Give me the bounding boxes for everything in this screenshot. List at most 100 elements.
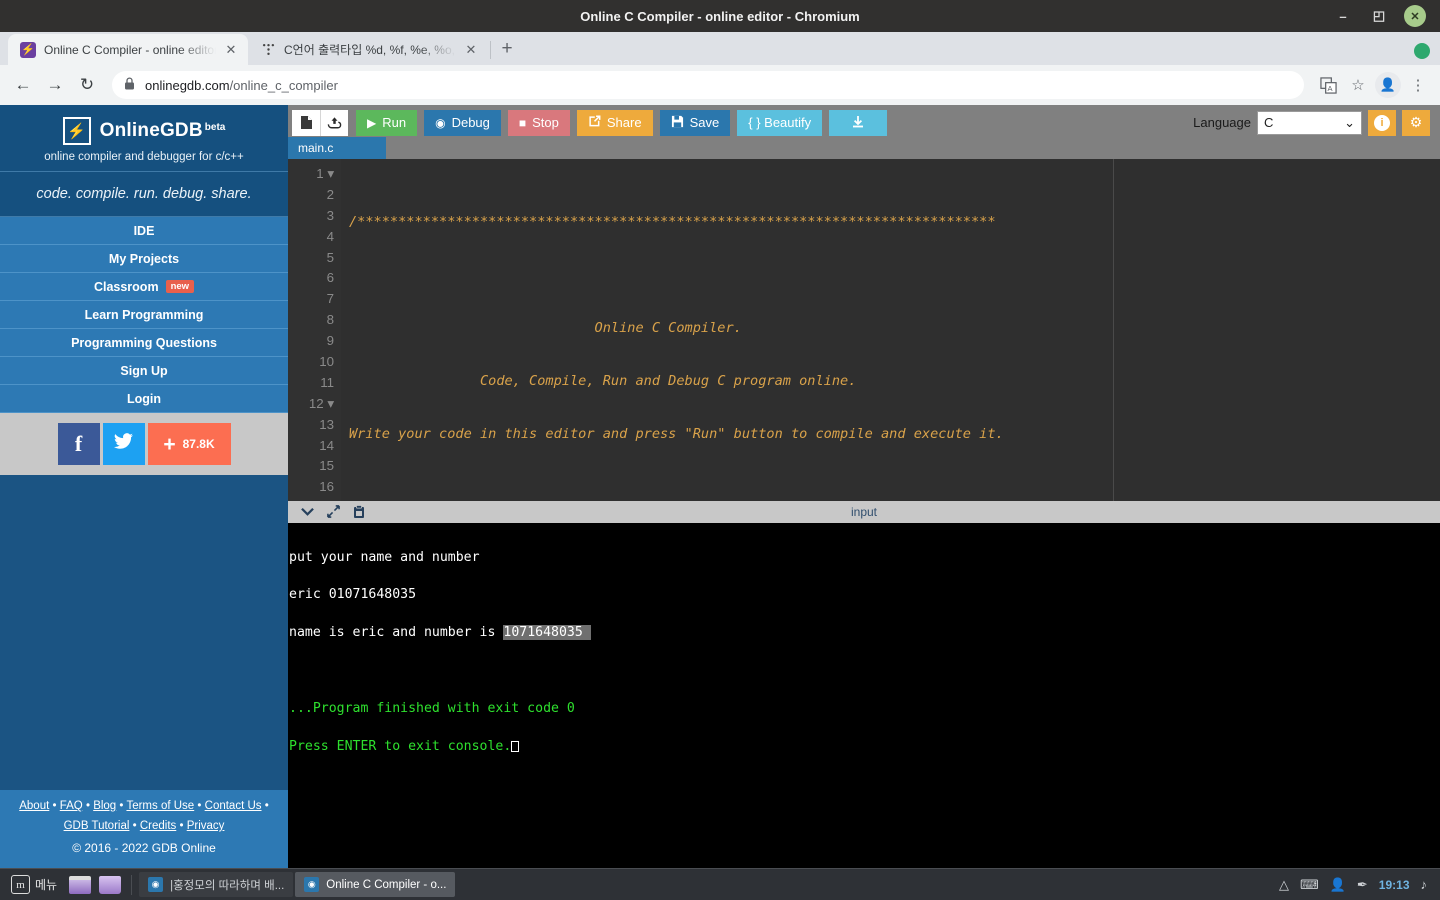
info-button[interactable]: i xyxy=(1368,109,1396,136)
user-icon[interactable]: 👤 xyxy=(1330,877,1346,893)
mint-menu-icon: m xyxy=(11,875,30,894)
gdb-bolt-icon: ⚡ xyxy=(20,41,36,58)
forward-button[interactable]: → xyxy=(40,70,70,100)
file-manager-launcher-icon[interactable] xyxy=(99,875,122,894)
close-button[interactable]: ✕ xyxy=(1404,5,1426,27)
close-icon[interactable]: ✕ xyxy=(464,42,478,58)
sidebar-item-programming-questions[interactable]: Programming Questions xyxy=(0,329,288,357)
reload-button[interactable]: ↻ xyxy=(72,70,102,100)
share-count-button[interactable]: + 87.8K xyxy=(147,423,231,465)
fold-icon: ▾ xyxy=(327,395,334,411)
file-tab-main-c[interactable]: main.c xyxy=(288,137,386,159)
new-file-icon[interactable] xyxy=(292,109,320,136)
close-icon[interactable]: ✕ xyxy=(224,42,238,58)
code-content[interactable]: /***************************************… xyxy=(341,159,1440,501)
sidebar-item-ide[interactable]: IDE xyxy=(0,217,288,245)
upload-file-icon[interactable] xyxy=(320,109,348,136)
sidebar-item-classroom[interactable]: Classroom new xyxy=(0,273,288,301)
pen-icon[interactable]: ✒ xyxy=(1357,877,1368,893)
tab-separator xyxy=(490,41,491,59)
clock[interactable]: 19:13 xyxy=(1379,878,1410,892)
network-icon[interactable]: △ xyxy=(1279,877,1289,893)
chromium-icon: ◉ xyxy=(304,877,320,892)
share-button[interactable]: Share xyxy=(576,109,653,136)
back-button[interactable]: ← xyxy=(8,70,38,100)
footer-links-row-1: About • FAQ • Blog • Terms of Use • Cont… xyxy=(8,796,280,816)
beautify-label: { } Beautify xyxy=(748,115,812,130)
tab-title: Online C Compiler - online editor xyxy=(44,42,216,57)
console-title: input xyxy=(850,504,878,519)
footer-link-gdb-tutorial[interactable]: GDB Tutorial xyxy=(64,820,130,832)
download-button[interactable] xyxy=(829,109,888,136)
new-tab-button[interactable]: + xyxy=(493,35,521,63)
chevron-down-icon[interactable] xyxy=(294,502,320,522)
paste-clipboard-icon[interactable] xyxy=(346,502,372,522)
sidebar-item-login[interactable]: Login xyxy=(0,385,288,413)
footer-separator: • xyxy=(197,800,202,812)
tabstrip-right-indicator[interactable] xyxy=(1414,43,1430,59)
footer-link-faq[interactable]: FAQ xyxy=(60,800,83,812)
brand-block[interactable]: ⚡ OnlineGDB beta online compiler and debu… xyxy=(0,105,288,171)
music-note-icon[interactable]: ♪ xyxy=(1421,877,1428,892)
window-titlebar: Online C Compiler - online editor - Chro… xyxy=(0,0,1440,32)
sidebar: ⚡ OnlineGDB beta online compiler and debu… xyxy=(0,105,288,868)
terminal-launcher-icon[interactable] xyxy=(69,875,92,894)
footer-link-contact[interactable]: Contact Us xyxy=(205,800,262,812)
twitter-share-button[interactable] xyxy=(102,423,145,465)
translate-icon[interactable]: A xyxy=(1314,71,1342,99)
run-button[interactable]: ▶ Run xyxy=(356,109,418,136)
bookmark-star-icon[interactable]: ☆ xyxy=(1344,71,1372,99)
page-body: ⚡ OnlineGDB beta online compiler and debu… xyxy=(0,105,1440,868)
sidebar-item-learn-programming[interactable]: Learn Programming xyxy=(0,301,288,329)
browser-tab-2[interactable]: C언어 출력타입 %d, %f, %e, %o, % ✕ xyxy=(248,34,488,65)
beautify-button[interactable]: { } Beautify xyxy=(737,109,823,136)
footer-separator: • xyxy=(85,800,90,812)
settings-button[interactable]: ⚙ xyxy=(1402,109,1430,136)
footer-link-privacy[interactable]: Privacy xyxy=(187,820,225,832)
sidebar-item-sign-up[interactable]: Sign Up xyxy=(0,357,288,385)
console-line-prompt: Press ENTER to exit console. xyxy=(289,739,1440,754)
browser-tab-1[interactable]: ⚡ Online C Compiler - online editor ✕ xyxy=(8,34,248,65)
share-count: 87.8K xyxy=(182,437,215,451)
sidebar-item-label: IDE xyxy=(133,223,155,238)
code-editor[interactable]: ‹ 1 ▾ 2 3 4 5 6 7 8 9 10 11 12 ▾ 13 14 1… xyxy=(288,159,1440,501)
console-output[interactable]: put your name and number eric 0107164803… xyxy=(288,522,1440,868)
footer-link-about[interactable]: About xyxy=(19,800,49,812)
facebook-share-button[interactable]: f xyxy=(57,423,100,465)
maximize-button[interactable]: ◰ xyxy=(1368,5,1390,27)
minimize-button[interactable]: – xyxy=(1332,5,1354,27)
start-menu-button[interactable]: m 메뉴 xyxy=(4,872,64,898)
window-controls: – ◰ ✕ xyxy=(1332,0,1434,32)
expand-icon[interactable] xyxy=(320,502,346,522)
ide-toolbar: ▶ Run ◉ Debug ■ Stop Share Save { } Beautif… xyxy=(288,105,1440,137)
sidebar-spacer xyxy=(0,475,288,790)
taskbar-item-label: Online C Compiler - o... xyxy=(326,878,447,891)
taskbar-item-2[interactable]: ◉ Online C Compiler - o... xyxy=(295,872,456,897)
sidebar-item-my-projects[interactable]: My Projects xyxy=(0,245,288,273)
download-icon xyxy=(851,115,865,131)
stop-button[interactable]: ■ Stop xyxy=(507,109,570,136)
browser-menu-button[interactable]: ⋮ xyxy=(1404,71,1432,99)
line-number: 5 xyxy=(326,249,334,265)
sidebar-item-label: Programming Questions xyxy=(71,335,217,350)
code-text: Online C Compiler. xyxy=(349,319,742,336)
language-select[interactable]: C ⌄ xyxy=(1257,110,1362,135)
address-bar[interactable]: onlinegdb.com/online_c_compiler xyxy=(112,71,1304,99)
status-circle-icon xyxy=(1414,43,1430,59)
debug-button[interactable]: ◉ Debug xyxy=(424,109,501,136)
browser-toolbar: ← → ↻ onlinegdb.com/online_c_compiler A … xyxy=(0,65,1440,105)
footer-link-blog[interactable]: Blog xyxy=(93,800,116,812)
footer-link-credits[interactable]: Credits xyxy=(140,820,176,832)
facebook-icon: f xyxy=(74,431,83,456)
footer-link-terms[interactable]: Terms of Use xyxy=(126,800,194,812)
fold-icon: ▾ xyxy=(327,166,334,181)
line-number: 9 xyxy=(326,333,334,349)
play-icon: ▶ xyxy=(367,115,377,130)
keyboard-icon[interactable]: ⌨ xyxy=(1300,877,1319,893)
copyright-text: © 2016 - 2022 GDB Online xyxy=(72,841,216,855)
taskbar-item-1[interactable]: ◉ |홍정모의 따라하며 배... xyxy=(139,872,294,897)
profile-avatar-button[interactable]: 👤 xyxy=(1374,71,1402,99)
save-button[interactable]: Save xyxy=(659,109,731,136)
debug-label: Debug xyxy=(451,115,490,130)
